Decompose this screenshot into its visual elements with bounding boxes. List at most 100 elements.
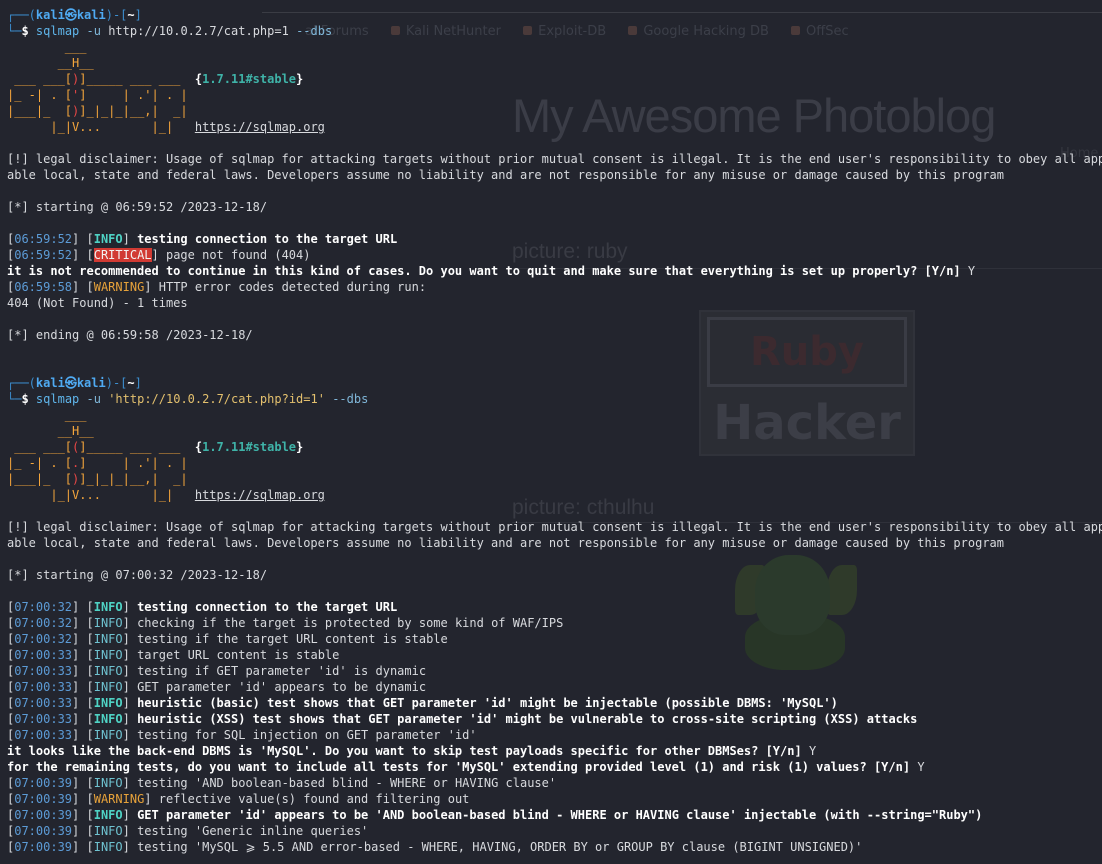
logo-art: __H__: [7, 56, 94, 70]
bracket: ] [: [72, 280, 94, 294]
log-level-badge: WARNING: [93, 280, 145, 294]
prompt-symbol: $: [21, 392, 29, 406]
prompt-frame: )-[: [105, 8, 128, 22]
log-line: [06:59:52] [CRITICAL] page not found (40…: [7, 247, 1102, 263]
logo-art: __H__: [7, 424, 94, 438]
prompt-line: ┌──(kali㉿kali)-[~]: [7, 7, 1102, 23]
question-text: it is not recommended to continue in thi…: [7, 264, 961, 278]
prompt-at-icon: ㉿: [64, 376, 77, 390]
log-line: [07:00:32] [INFO] testing connection to …: [7, 599, 1102, 615]
log-message: testing connection to the target URL: [137, 232, 398, 246]
log-message: GET parameter 'id' appears to be 'AND bo…: [137, 808, 983, 822]
log-line: [07:00:39] [INFO] testing 'AND boolean-b…: [7, 775, 1102, 791]
log-line: [06:59:52] [INFO] testing connection to …: [7, 231, 1102, 247]
prompt-dir: ~: [127, 8, 135, 22]
log-message: testing 'MySQL ⩾ 5.5 AND error-based - W…: [137, 840, 863, 854]
logo-art: ]_____ ___ ___: [79, 72, 195, 86]
bracket: ] [: [72, 696, 94, 710]
log-timestamp: 07:00:32: [14, 632, 73, 646]
log-message: testing 'AND boolean-based blind - WHERE…: [137, 776, 557, 790]
prompt-at-icon: ㉿: [64, 8, 77, 22]
log-level-badge: INFO: [93, 776, 123, 790]
bracket: ]: [122, 680, 138, 694]
logo-line: __H__: [7, 55, 1102, 71]
log-message: reflective value(s) found and filtering …: [158, 792, 470, 806]
log-line: [07:00:33] [INFO] testing for SQL inject…: [7, 727, 1102, 743]
prompt-frame: ┌──(: [7, 376, 36, 390]
bracket: ] [: [72, 680, 94, 694]
logo-art: ___: [7, 408, 87, 422]
log-timestamp: 07:00:32: [14, 600, 73, 614]
log-line: [07:00:33] [INFO] heuristic (XSS) test s…: [7, 711, 1102, 727]
bracket: ]: [144, 280, 159, 294]
log-line: [07:00:33] [INFO] target URL content is …: [7, 647, 1102, 663]
log-message: checking if the target is protected by s…: [137, 616, 564, 630]
prompt-host: kali: [76, 8, 106, 22]
version-brace: }: [296, 440, 304, 454]
log-message: heuristic (basic) test shows that GET pa…: [137, 696, 838, 710]
log-timestamp: 07:00:32: [14, 616, 73, 630]
sqlmap-url-link[interactable]: https://sqlmap.org: [195, 120, 325, 134]
log-level-badge: INFO: [93, 664, 123, 678]
command-flag: --dbs: [332, 392, 369, 406]
logo-art: ]_|_|_|__,| _|: [79, 472, 188, 486]
log-text: 404 (Not Found) - 1 times: [7, 296, 188, 310]
log-timestamp: 06:59:52: [14, 232, 73, 246]
bracket: ]: [122, 712, 138, 726]
logo-line: |_ -| . [.] | .'| . |: [7, 455, 1102, 471]
logo-line: |_ -| . ['] | .'| . |: [7, 87, 1102, 103]
bracket: ]: [122, 600, 138, 614]
bracket: ]: [122, 664, 138, 678]
log-timestamp: 07:00:39: [14, 776, 73, 790]
logo-art: |_ -| . [: [7, 88, 73, 102]
starting-line: [*] starting @ 07:00:32 /2023-12-18/: [7, 567, 1102, 583]
prompt-frame: ]: [134, 8, 142, 22]
bracket: ] [: [72, 232, 94, 246]
logo-line: ___: [7, 407, 1102, 423]
log-message: testing connection to the target URL: [137, 600, 398, 614]
log-level-badge: INFO: [93, 232, 123, 246]
logo-line: |___|_ [)]_|_|_|__,| _|: [7, 103, 1102, 119]
bracket: ]: [122, 776, 138, 790]
logo-art: ] | .'| . |: [79, 88, 188, 102]
bracket: ] [: [72, 776, 94, 790]
starting-text: [*] starting @ 06:59:52 /2023-12-18/: [7, 200, 268, 214]
log-timestamp: 06:59:58: [14, 280, 73, 294]
ending-text: [*] ending @ 06:59:58 /2023-12-18/: [7, 328, 253, 342]
bracket: ] [: [72, 600, 94, 614]
logo-art: ___ ___[: [7, 440, 73, 454]
logo-art: ___: [7, 40, 87, 54]
terminal-output[interactable]: ┌──(kali㉿kali)-[~] └─$ sqlmap -u http://1…: [7, 7, 1102, 855]
prompt-frame: )-[: [105, 376, 128, 390]
log-line: it looks like the back-end DBMS is 'MySQ…: [7, 743, 1102, 759]
log-line: [07:00:39] [INFO] GET parameter 'id' app…: [7, 807, 1102, 823]
version-brace: {: [194, 72, 203, 86]
prompt-frame: └─: [7, 392, 22, 406]
log-level-badge: INFO: [93, 648, 123, 662]
log-message: testing if GET parameter 'id' is dynamic: [137, 664, 427, 678]
sqlmap-logo: ___ __H__ ___ ___[)]_____ ___ ___ {1.7.1…: [7, 39, 1102, 135]
bracket: ] [: [72, 712, 94, 726]
logo-art: |_|V... |_|: [7, 488, 195, 502]
bracket: ] [: [72, 248, 94, 262]
log-message: GET parameter 'id' appears to be dynamic: [137, 680, 427, 694]
logo-line: |_|V... |_| https://sqlmap.org: [7, 487, 1102, 503]
disclaimer-line: able local, state and federal laws. Deve…: [7, 167, 1102, 183]
bracket: ] [: [72, 808, 94, 822]
prompt-user: kali: [35, 8, 65, 22]
sqlmap-url-link[interactable]: https://sqlmap.org: [195, 488, 325, 502]
log-level-badge: INFO: [93, 680, 123, 694]
question-text: it looks like the back-end DBMS is 'MySQ…: [7, 744, 802, 758]
disclaimer-text: [!] legal disclaimer: Usage of sqlmap fo…: [7, 152, 1102, 166]
log-timestamp: 07:00:39: [14, 824, 73, 838]
bracket: ]: [151, 248, 166, 262]
log-line: [07:00:33] [INFO] testing if GET paramet…: [7, 663, 1102, 679]
